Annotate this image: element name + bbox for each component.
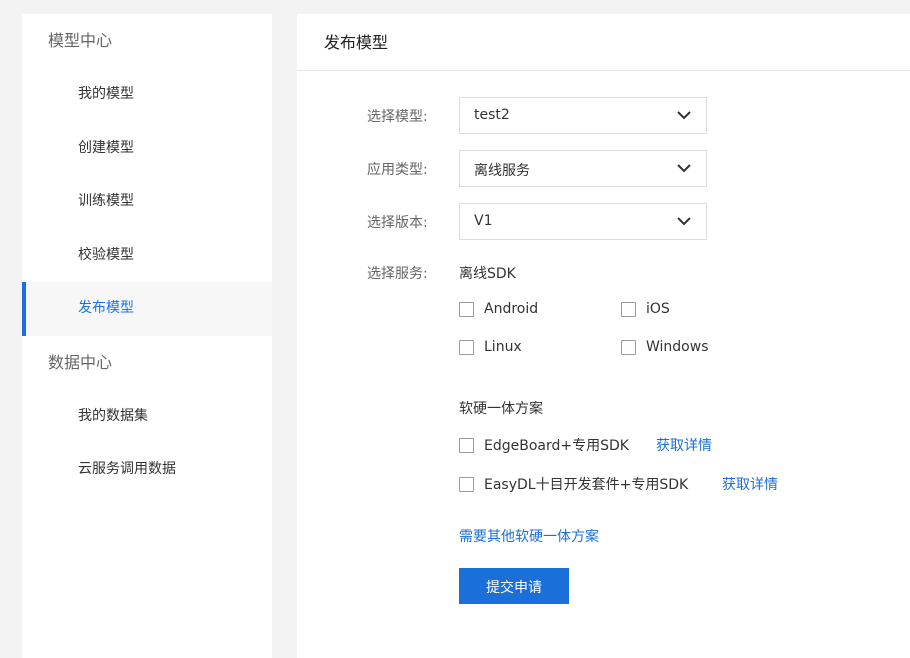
sidebar-item-cloud-service-data[interactable]: 云服务调用数据 <box>22 443 272 497</box>
checkbox-box[interactable] <box>459 437 474 453</box>
app-type-dropdown[interactable]: 离线服务 <box>459 150 707 187</box>
easydl-detail-link[interactable]: 获取详情 <box>722 474 778 494</box>
checkbox-edgeboard[interactable]: EdgeBoard+专用SDK <box>459 435 629 455</box>
sidebar-item-my-datasets[interactable]: 我的数据集 <box>22 390 272 444</box>
checkbox-linux[interactable]: Linux <box>459 339 522 355</box>
sidebar: 模型中心 我的模型 创建模型 训练模型 校验模型 发布模型 数据中心 我的数据集… <box>22 14 272 658</box>
select-model-label: 选择模型: <box>367 109 428 125</box>
service-label: 选择服务: <box>367 266 428 282</box>
checkbox-windows[interactable]: Windows <box>621 339 709 355</box>
select-model-value: test2 <box>474 107 510 123</box>
checkbox-box[interactable] <box>459 301 474 317</box>
other-solutions-link[interactable]: 需要其他软硬一体方案 <box>459 526 599 546</box>
page-title: 发布模型 <box>297 14 910 71</box>
app-type-label: 应用类型: <box>367 162 428 178</box>
hw-solution-heading: 软硬一体方案 <box>459 401 543 417</box>
sidebar-group-data-center: 数据中心 <box>48 352 113 372</box>
checkbox-edgeboard-label: EdgeBoard+专用SDK <box>484 438 629 454</box>
checkbox-linux-label: Linux <box>484 339 522 355</box>
sidebar-group-model-center: 模型中心 <box>48 31 113 50</box>
edgeboard-detail-link[interactable]: 获取详情 <box>656 435 712 455</box>
checkbox-box[interactable] <box>459 339 474 355</box>
checkbox-ios[interactable]: iOS <box>621 301 670 317</box>
checkbox-ios-label: iOS <box>646 301 670 317</box>
checkbox-android[interactable]: Android <box>459 301 538 317</box>
sidebar-item-validate-model[interactable]: 校验模型 <box>22 229 272 283</box>
checkbox-windows-label: Windows <box>646 339 709 355</box>
main-panel: 发布模型 选择模型: test2 应用类型: 离线服务 选择版本: V1 选择服… <box>297 14 910 658</box>
version-label: 选择版本: <box>367 215 428 231</box>
submit-button[interactable]: 提交申请 <box>459 568 569 604</box>
checkbox-easydl-kit-label: EasyDL十目开发套件+专用SDK <box>484 477 689 493</box>
checkbox-easydl-kit[interactable]: EasyDL十目开发套件+专用SDK <box>459 474 688 494</box>
offline-sdk-heading: 离线SDK <box>459 266 516 282</box>
app-type-value: 离线服务 <box>474 163 530 179</box>
sidebar-item-publish-model[interactable]: 发布模型 <box>22 282 272 336</box>
checkbox-android-label: Android <box>484 301 539 317</box>
checkbox-box[interactable] <box>621 339 636 355</box>
chevron-down-icon <box>677 111 691 120</box>
checkbox-box[interactable] <box>621 301 636 317</box>
sidebar-item-create-model[interactable]: 创建模型 <box>22 122 272 176</box>
sidebar-item-my-models[interactable]: 我的模型 <box>22 68 272 122</box>
chevron-down-icon <box>677 217 691 226</box>
select-model-dropdown[interactable]: test2 <box>459 97 707 134</box>
checkbox-box[interactable] <box>459 476 474 492</box>
version-value: V1 <box>474 213 493 229</box>
version-dropdown[interactable]: V1 <box>459 203 707 240</box>
chevron-down-icon <box>677 164 691 173</box>
sidebar-item-train-model[interactable]: 训练模型 <box>22 175 272 229</box>
